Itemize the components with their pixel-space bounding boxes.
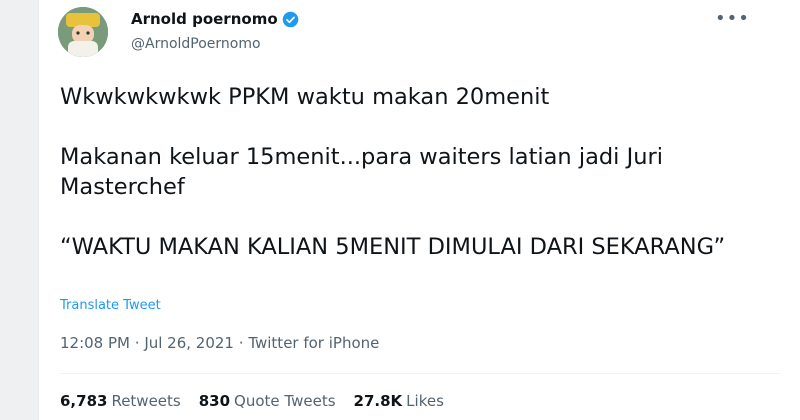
likes-count: 27.8K	[353, 392, 403, 410]
avatar-image	[58, 7, 108, 57]
quote-tweets-count: 830	[198, 392, 231, 410]
retweets-label: Retweets	[111, 392, 181, 410]
meta-separator: ·	[134, 334, 145, 352]
author-name[interactable]: Arnold poernomo	[131, 10, 278, 28]
tweet-time[interactable]: 12:08 PM	[60, 334, 130, 352]
quote-tweets-label: Quote Tweets	[234, 392, 336, 410]
avatar[interactable]	[58, 7, 108, 57]
retweets-count: 6,783	[60, 392, 108, 410]
tweet-line-3: “WAKTU MAKAN KALIAN 5MENIT DIMULAI DARI …	[60, 234, 726, 260]
verified-badge-icon	[282, 11, 298, 27]
tweet-line-2: Makanan keluar 15menit...para waiters la…	[60, 144, 663, 200]
quote-tweets-stat[interactable]: 830 Quote Tweets	[199, 392, 336, 410]
author-name-row[interactable]: Arnold poernomo	[131, 10, 299, 28]
meta-separator: ·	[238, 334, 249, 352]
tweet-source[interactable]: Twitter for iPhone	[248, 334, 379, 352]
tweet-line-1: Wkwkwkwkwk PPKM waktu makan 20menit	[60, 84, 550, 110]
likes-label: Likes	[406, 392, 444, 410]
translate-tweet-link[interactable]: Translate Tweet	[60, 298, 161, 313]
author-handle[interactable]: @ArnoldPoernomo	[131, 36, 261, 52]
tweet-stats: 6,783 Retweets 830 Quote Tweets 27.8K Likes	[60, 392, 444, 410]
tweet-card: Arnold poernomo @ArnoldPoernomo ••• Wkwk…	[38, 0, 800, 420]
likes-stat[interactable]: 27.8K Likes	[354, 392, 444, 410]
more-options-icon[interactable]: •••	[715, 8, 750, 29]
tweet-date[interactable]: Jul 26, 2021	[144, 334, 234, 352]
retweets-stat[interactable]: 6,783 Retweets	[60, 392, 181, 410]
divider	[60, 373, 780, 374]
tweet-meta: 12:08 PM · Jul 26, 2021 · Twitter for iP…	[60, 334, 379, 352]
